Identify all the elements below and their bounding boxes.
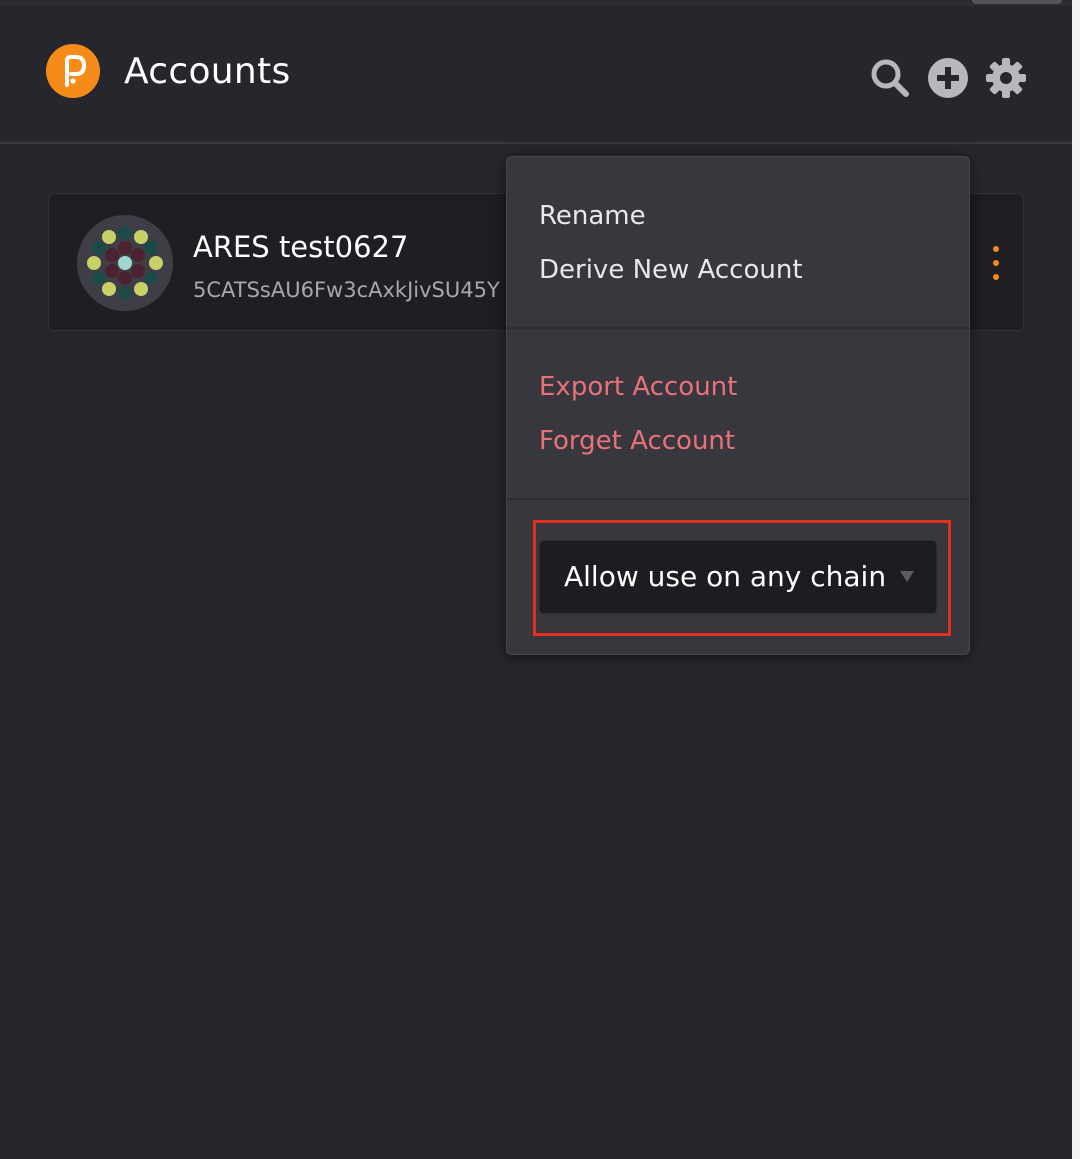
account-name: ARES test0627 xyxy=(193,230,409,264)
header: Accounts xyxy=(0,6,1072,144)
search-icon[interactable] xyxy=(868,56,912,100)
extension-popup: Accounts ARES test0627 5CATSsAU6Fw3cAxkJ… xyxy=(0,6,1072,1159)
account-address: 5CATSsAU6Fw3cAxkJivSU45Y xyxy=(193,278,500,302)
menu-divider xyxy=(507,327,969,329)
window-top-tab xyxy=(972,0,1062,4)
chain-select-dropdown[interactable]: Allow use on any chain xyxy=(539,540,937,614)
account-options-menu: Rename Derive New Account Export Account… xyxy=(506,156,970,655)
menu-item-rename[interactable]: Rename xyxy=(539,199,646,233)
menu-item-derive-new-account[interactable]: Derive New Account xyxy=(539,253,803,287)
window-right-edge xyxy=(1072,0,1080,1159)
chevron-down-icon xyxy=(900,571,914,582)
menu-item-forget-account[interactable]: Forget Account xyxy=(539,424,735,458)
identicon-avatar xyxy=(77,215,173,311)
page-title: Accounts xyxy=(124,51,291,92)
polkadot-logo-icon xyxy=(46,44,100,98)
account-menu-kebab-icon[interactable] xyxy=(987,244,1005,284)
gear-icon[interactable] xyxy=(984,56,1028,100)
chain-select-value: Allow use on any chain xyxy=(564,560,887,593)
menu-item-export-account[interactable]: Export Account xyxy=(539,370,737,404)
menu-divider xyxy=(507,498,969,500)
add-account-icon[interactable] xyxy=(926,56,970,100)
